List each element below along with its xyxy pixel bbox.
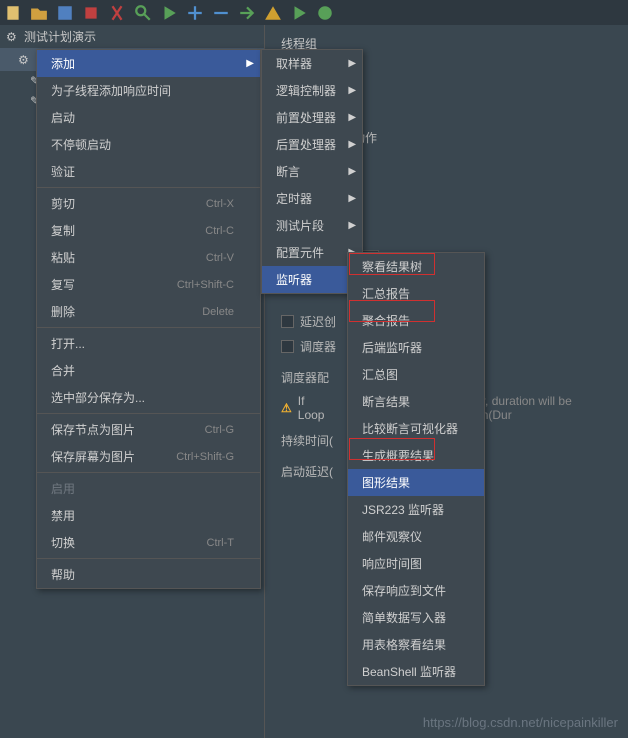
ctx-add-resp-time[interactable]: 为子线程添加响应时间 [37,77,260,104]
ctx-disable[interactable]: 禁用 [37,502,260,529]
play2-icon[interactable] [290,4,308,22]
ctx-enable: 启用 [37,475,260,502]
ctx-results-tree[interactable]: 察看结果树 [348,253,484,280]
loop-info: If Loop [298,394,333,422]
ctx-validate[interactable]: 验证 [37,158,260,185]
warn-icon[interactable] [264,4,282,22]
duration-label: 持续时间( [281,432,333,449]
ctx-save-resp[interactable]: 保存响应到文件 [348,577,484,604]
ctx-backend[interactable]: 后端监听器 [348,334,484,361]
new-icon[interactable] [4,4,22,22]
gear-icon: ⚙ [6,30,20,44]
ctx-copy[interactable]: 复制Ctrl-C [37,217,260,244]
ctx-fragment[interactable]: 测试片段▶ [262,212,362,239]
ctx-timer[interactable]: 定时器▶ [262,185,362,212]
separator [37,472,260,473]
tree-test-plan[interactable]: ⚙ 测试计划演示 [0,25,264,48]
chevron-right-icon: ▶ [348,85,356,96]
go-icon[interactable] [238,4,256,22]
ctx-save-sel[interactable]: 选中部分保存为... [37,384,260,411]
ctx-open[interactable]: 打开... [37,330,260,357]
ctx-logic[interactable]: 逻辑控制器▶ [262,77,362,104]
chevron-right-icon: ▶ [348,220,356,231]
toolbar [0,0,628,25]
duration-hint: ver, duration will be min(Dur [469,394,612,422]
separator [37,327,260,328]
ctx-post[interactable]: 后置处理器▶ [262,131,362,158]
ctx-sampler[interactable]: 取样器▶ [262,50,362,77]
open-icon[interactable] [30,4,48,22]
tree-label: 测试计划演示 [24,28,96,45]
chevron-right-icon: ▶ [246,58,254,69]
ctx-start-nopause[interactable]: 不停顿启动 [37,131,260,158]
ctx-beanshell[interactable]: BeanShell 监听器 [348,658,484,685]
ctx-summary-graph[interactable]: 汇总图 [348,361,484,388]
chevron-right-icon: ▶ [348,58,356,69]
ctx-cut[interactable]: 剪切Ctrl-X [37,190,260,217]
warning-icon: ⚠ [281,401,292,415]
stop-icon[interactable] [82,4,100,22]
ctx-merge[interactable]: 合并 [37,357,260,384]
chevron-right-icon: ▶ [348,139,356,150]
cut-icon[interactable] [108,4,126,22]
thread-icon: ⚙ [18,53,32,67]
context-menu-main: 添加▶ 为子线程添加响应时间 启动 不停顿启动 验证 剪切Ctrl-X 复制Ct… [36,49,261,589]
disk-icon[interactable] [56,4,74,22]
ctx-start[interactable]: 启动 [37,104,260,131]
ctx-save-screen[interactable]: 保存屏幕为图片Ctrl+Shift-G [37,443,260,470]
plus-icon[interactable] [186,4,204,22]
ctx-jsr223[interactable]: JSR223 监听器 [348,496,484,523]
stop2-icon[interactable] [316,4,334,22]
ctx-resp-time-graph[interactable]: 响应时间图 [348,550,484,577]
ctx-pre[interactable]: 前置处理器▶ [262,104,362,131]
ctx-graph-results[interactable]: 图形结果 [348,469,484,496]
chevron-right-icon: ▶ [348,166,356,177]
separator [37,558,260,559]
ctx-cmp-assert[interactable]: 比较断言可视化器 [348,415,484,442]
ctx-duplicate[interactable]: 复写Ctrl+Shift-C [37,271,260,298]
context-menu-listener: 察看结果树 汇总报告 聚合报告 后端监听器 汇总图 断言结果 比较断言可视化器 … [347,252,485,686]
ctx-aggregate-report[interactable]: 聚合报告 [348,307,484,334]
separator [37,187,260,188]
run-icon[interactable] [160,4,178,22]
ctx-mailer[interactable]: 邮件观察仪 [348,523,484,550]
ctx-save-node[interactable]: 保存节点为图片Ctrl-G [37,416,260,443]
ctx-simple-writer[interactable]: 简单数据写入器 [348,604,484,631]
ctx-assertion-results[interactable]: 断言结果 [348,388,484,415]
scheduler-label: 调度器 [300,338,336,355]
start-delay-label: 启动延迟( [281,463,333,480]
ctx-toggle[interactable]: 切换Ctrl-T [37,529,260,556]
scheduler-checkbox[interactable] [281,340,294,353]
ctx-gen-summary[interactable]: 生成概要结果 [348,442,484,469]
minus-icon[interactable] [212,4,230,22]
delay-label: 延迟创 [300,313,336,330]
ctx-add[interactable]: 添加▶ [37,50,260,77]
separator [37,413,260,414]
ctx-summary-report[interactable]: 汇总报告 [348,280,484,307]
ctx-help[interactable]: 帮助 [37,561,260,588]
delay-checkbox[interactable] [281,315,294,328]
ctx-assert[interactable]: 断言▶ [262,158,362,185]
ctx-table-results[interactable]: 用表格察看结果 [348,631,484,658]
search-icon[interactable] [134,4,152,22]
watermark: https://blog.csdn.net/nicepainkiller [423,715,618,730]
ctx-paste[interactable]: 粘贴Ctrl-V [37,244,260,271]
ctx-delete[interactable]: 删除Delete [37,298,260,325]
chevron-right-icon: ▶ [348,112,356,123]
chevron-right-icon: ▶ [348,193,356,204]
